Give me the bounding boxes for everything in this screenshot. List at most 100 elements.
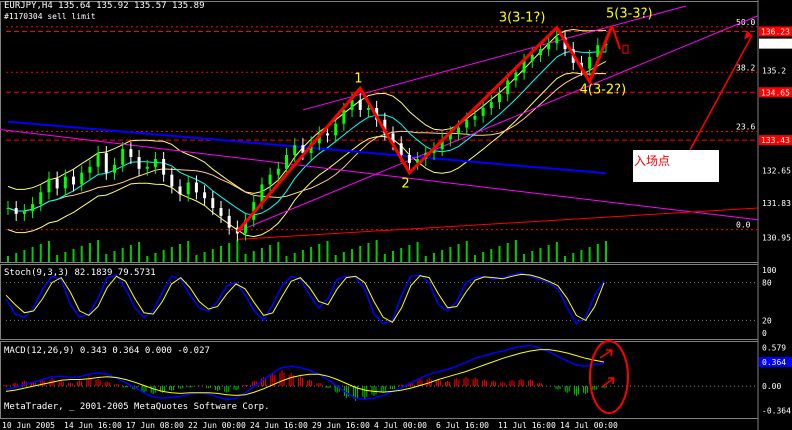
volume-bar	[555, 242, 558, 262]
time-axis-label: 22 Jun 00:00	[188, 421, 246, 430]
volume-bar	[424, 256, 427, 262]
volume-bar	[252, 251, 255, 262]
volume-bar	[228, 243, 231, 262]
candle-body	[514, 72, 518, 81]
volume-bar	[408, 245, 411, 262]
arrow-head-icon	[622, 44, 629, 54]
candle-body	[194, 182, 198, 193]
time-axis-label: 14 Jun 16:00	[64, 421, 122, 430]
candle-body	[6, 208, 10, 209]
wave-arrow	[611, 25, 621, 50]
volume-bar	[342, 252, 345, 262]
candle-body	[334, 123, 338, 136]
candle-body	[538, 49, 542, 55]
wave-label: 3(3-1?)	[499, 11, 546, 26]
volume-bar	[121, 248, 124, 262]
volume-bar	[7, 256, 9, 262]
candle-body	[39, 192, 43, 205]
time-axis-label: 24 Jun 16:00	[250, 421, 308, 430]
volume-bar	[236, 240, 239, 262]
candle-body	[473, 115, 477, 120]
candle-body	[481, 107, 485, 116]
volume-bar	[47, 241, 50, 262]
chart-canvas: 50.038.223.60.0136.23135.89135.2134.6513…	[0, 0, 792, 430]
copyright-text: MetaTrader, _ 2001-2005 MetaQuotes Softw…	[4, 402, 270, 412]
candle-body	[342, 109, 346, 124]
volume-bar	[219, 246, 222, 262]
chart-window: 50.0 38.2 23.6 0.0 136.23 135.89 135.2 134.65 13…	[0, 0, 792, 430]
entry-point-label: 入场点	[634, 154, 671, 168]
candle-body	[31, 204, 35, 212]
volume-bar	[596, 244, 599, 262]
volume-bar	[105, 254, 108, 262]
candle-body	[178, 186, 182, 195]
price-axis-label: 130.95	[762, 233, 791, 242]
volume-bar	[318, 244, 321, 262]
candle-body	[153, 158, 157, 167]
candle-body	[506, 80, 510, 95]
price-tag-label: 136.23	[761, 27, 790, 36]
candle-body	[88, 166, 92, 173]
volume-bar	[334, 255, 337, 262]
volume-bar	[359, 246, 362, 262]
price-tag-label: 133.43	[761, 136, 790, 145]
fib-level-label: 50.0	[736, 18, 755, 27]
volume-bar	[367, 243, 370, 262]
volume-bar	[244, 254, 247, 262]
candle-body	[80, 172, 84, 185]
candle-body	[145, 166, 149, 169]
time-axis-label: 6 Jul 16:00	[436, 421, 489, 430]
volume-bar	[498, 246, 501, 262]
volume-bar	[457, 244, 460, 262]
volume-bar	[301, 250, 304, 262]
candle-body	[465, 119, 469, 128]
candle-body	[203, 192, 207, 199]
elliott-wave-line	[236, 25, 614, 233]
time-axis-label: 29 Jun 16:00	[312, 421, 370, 430]
volume-bar	[154, 253, 157, 262]
candle-body	[55, 178, 59, 189]
volume-bar	[506, 243, 509, 262]
candle-body	[268, 174, 272, 185]
wave-label: 4(3-2?)	[580, 83, 627, 98]
candle-body	[186, 182, 190, 195]
order-label: #1170304 sell limit	[4, 12, 96, 21]
volume-bar	[260, 248, 263, 262]
channel-line	[237, 207, 759, 240]
stoch-axis-label: 0	[762, 329, 767, 338]
volume-bar	[539, 248, 542, 262]
wave-label: 2	[401, 177, 409, 192]
volume-bar	[432, 253, 435, 262]
volume-bar	[211, 249, 214, 262]
volume-bar	[605, 241, 607, 262]
candle-body	[358, 100, 362, 110]
time-axis-label: 17 Jun 08:00	[126, 421, 184, 430]
volume-bar	[465, 241, 468, 262]
volume-bar	[523, 254, 526, 262]
candle-body	[162, 158, 166, 175]
candle-body	[22, 211, 26, 214]
candle-body	[399, 143, 403, 156]
volume-bar	[195, 255, 198, 262]
wave-label: 5(3-3?)	[606, 7, 653, 22]
candle-body	[547, 43, 551, 50]
volume-bar	[572, 253, 575, 262]
volume-bar	[293, 253, 296, 262]
candle-body	[47, 178, 51, 193]
current-price-label: 135.89	[761, 40, 790, 49]
price-axis-label: 132.65	[762, 167, 791, 176]
candle-body	[407, 155, 411, 163]
volume-bar	[564, 256, 567, 262]
macd-arrow-up-icon	[599, 349, 613, 359]
volume-bar	[162, 250, 165, 262]
volume-bar	[375, 240, 378, 262]
price-axis-label: 135.2	[762, 67, 786, 76]
volume-bar	[72, 249, 75, 262]
volume-bar	[531, 251, 534, 262]
macd-axis-label: 0.579	[762, 344, 786, 353]
macd-axis-label: 0.00	[762, 382, 781, 391]
candle-body	[96, 153, 100, 167]
volume-bar	[580, 250, 583, 262]
stoch-header: Stoch(9,3,3) 82.1839 79.5731	[4, 268, 156, 278]
time-axis-label: 10 Jun 2005	[2, 421, 55, 430]
